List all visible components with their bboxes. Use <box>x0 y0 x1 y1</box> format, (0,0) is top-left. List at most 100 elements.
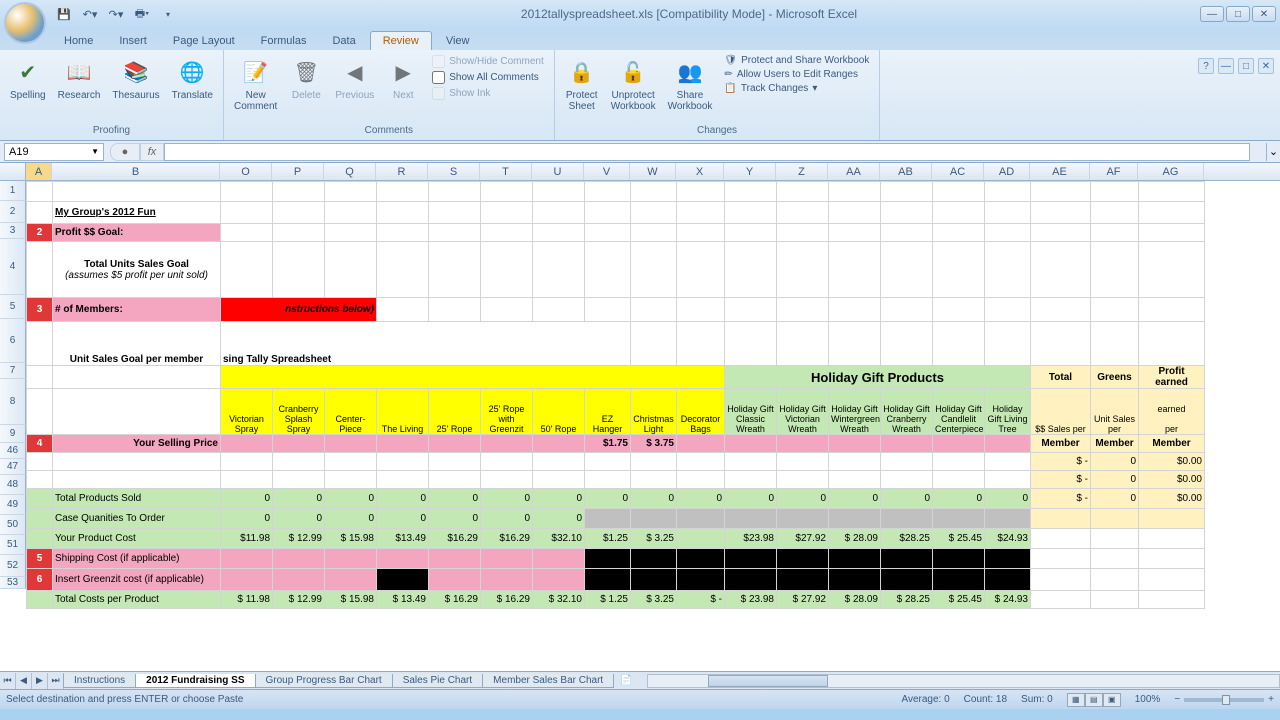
cell[interactable]: Total Units Sales Goal(assumes $5 profit… <box>53 242 221 298</box>
cell[interactable] <box>273 435 325 453</box>
row-header-47[interactable]: 47 <box>0 459 26 475</box>
translate-button[interactable]: 🌐Translate <box>168 54 217 103</box>
cell[interactable] <box>631 298 677 322</box>
cell[interactable] <box>881 224 933 242</box>
cell[interactable]: sing Tally Spreadsheet <box>221 322 631 366</box>
cell[interactable]: 0 <box>677 489 725 509</box>
cell[interactable] <box>27 529 53 549</box>
show-hide-comment-button[interactable]: Show/Hide Comment <box>428 54 547 69</box>
cell[interactable]: $ 25.45 <box>933 591 985 609</box>
cell[interactable] <box>429 182 481 202</box>
tab-data[interactable]: Data <box>320 32 367 50</box>
cell[interactable]: Holiday Gift Living Tree <box>985 389 1031 435</box>
cell[interactable] <box>985 569 1031 591</box>
column-header-AE[interactable]: AE <box>1030 163 1090 180</box>
zoom-level[interactable]: 100% <box>1135 694 1161 705</box>
sheet-tab-member-sales[interactable]: Member Sales Bar Chart <box>482 674 614 688</box>
column-header-Q[interactable]: Q <box>324 163 376 180</box>
cell[interactable] <box>221 453 273 471</box>
cell[interactable] <box>881 549 933 569</box>
cell[interactable] <box>985 435 1031 453</box>
cell[interactable] <box>631 569 677 591</box>
cell[interactable]: 0 <box>533 489 585 509</box>
cell[interactable] <box>585 569 631 591</box>
cell[interactable]: 25' Rope <box>429 389 481 435</box>
cell[interactable]: 0 <box>429 509 481 529</box>
cancel-formula-button[interactable]: ● <box>110 143 140 161</box>
cell[interactable] <box>1139 182 1205 202</box>
cell[interactable]: Unit Sales per <box>1091 389 1139 435</box>
tab-home[interactable]: Home <box>52 32 105 50</box>
cell[interactable] <box>585 453 631 471</box>
sheet-nav-last[interactable]: ⏭ <box>48 673 64 689</box>
cell[interactable] <box>27 322 53 366</box>
cell[interactable] <box>933 509 985 529</box>
cell[interactable]: $ 23.98 <box>725 591 777 609</box>
cell[interactable]: 0 <box>273 489 325 509</box>
row-header-5[interactable]: 5 <box>0 295 26 319</box>
cell[interactable]: 25' Rope with Greenzit <box>481 389 533 435</box>
cell[interactable] <box>777 182 829 202</box>
view-page-layout-icon[interactable]: ▤ <box>1085 693 1103 707</box>
cell[interactable] <box>777 435 829 453</box>
cell[interactable]: 0 <box>429 489 481 509</box>
cell[interactable] <box>429 242 481 298</box>
formula-bar[interactable] <box>164 143 1250 161</box>
cell[interactable]: Shipping Cost (if applicable) <box>53 549 221 569</box>
cell[interactable]: $ 28.09 <box>829 529 881 549</box>
cell[interactable] <box>273 242 325 298</box>
qat-customize-icon[interactable]: ▾ <box>158 4 178 24</box>
cell[interactable] <box>221 182 273 202</box>
cell[interactable]: 0 <box>273 509 325 529</box>
unprotect-workbook-button[interactable]: 🔓Unprotect Workbook <box>607 54 660 114</box>
cell[interactable]: $ 15.98 <box>325 529 377 549</box>
select-all-corner[interactable] <box>0 163 26 180</box>
protect-sheet-button[interactable]: 🔒Protect Sheet <box>561 54 603 114</box>
cell[interactable]: $ 15.98 <box>325 591 377 609</box>
cell[interactable]: Total Costs per Product <box>53 591 221 609</box>
cell[interactable] <box>377 182 429 202</box>
cell[interactable] <box>933 224 985 242</box>
cell[interactable] <box>725 471 777 489</box>
ribbon-close-button[interactable]: ✕ <box>1258 58 1274 74</box>
cell[interactable] <box>377 471 429 489</box>
cell[interactable] <box>481 182 533 202</box>
cell[interactable]: 0 <box>221 489 273 509</box>
cell[interactable] <box>585 471 631 489</box>
cell[interactable] <box>1031 224 1091 242</box>
cell[interactable]: $ 3.25 <box>631 591 677 609</box>
cell[interactable] <box>829 298 881 322</box>
cell[interactable]: Center-Piece <box>325 389 377 435</box>
cell[interactable] <box>221 202 273 224</box>
cell[interactable] <box>273 569 325 591</box>
cell[interactable] <box>881 569 933 591</box>
delete-comment-button[interactable]: 🗑Delete <box>285 54 327 103</box>
cell[interactable] <box>881 182 933 202</box>
spelling-button[interactable]: ✔Spelling <box>6 54 50 103</box>
cell[interactable] <box>985 509 1031 529</box>
cell[interactable]: EZ Hanger <box>585 389 631 435</box>
cell[interactable] <box>933 322 985 366</box>
cell[interactable] <box>933 182 985 202</box>
cell[interactable] <box>677 471 725 489</box>
cell[interactable] <box>829 242 881 298</box>
cell[interactable] <box>829 322 881 366</box>
cell[interactable] <box>325 224 377 242</box>
view-normal-icon[interactable]: ▦ <box>1067 693 1085 707</box>
protect-share-workbook-button[interactable]: 🛡 Protect and Share Workbook <box>720 54 873 67</box>
cell[interactable]: $0.00 <box>1139 471 1205 489</box>
cell[interactable]: Your Selling Price <box>53 435 221 453</box>
cell[interactable] <box>725 182 777 202</box>
cell[interactable] <box>631 322 677 366</box>
sheet-tab-sales-pie[interactable]: Sales Pie Chart <box>392 674 483 688</box>
cell[interactable] <box>985 322 1031 366</box>
cell[interactable]: Case Quanities To Order <box>53 509 221 529</box>
cell[interactable] <box>481 471 533 489</box>
cell[interactable] <box>429 224 481 242</box>
share-workbook-button[interactable]: 👥Share Workbook <box>664 54 717 114</box>
cell[interactable] <box>725 224 777 242</box>
cell[interactable]: Cranberry Splash Spray <box>273 389 325 435</box>
cell[interactable]: Holiday Gift Classic Wreath <box>725 389 777 435</box>
cell[interactable] <box>1139 202 1205 224</box>
cell[interactable] <box>27 366 53 389</box>
